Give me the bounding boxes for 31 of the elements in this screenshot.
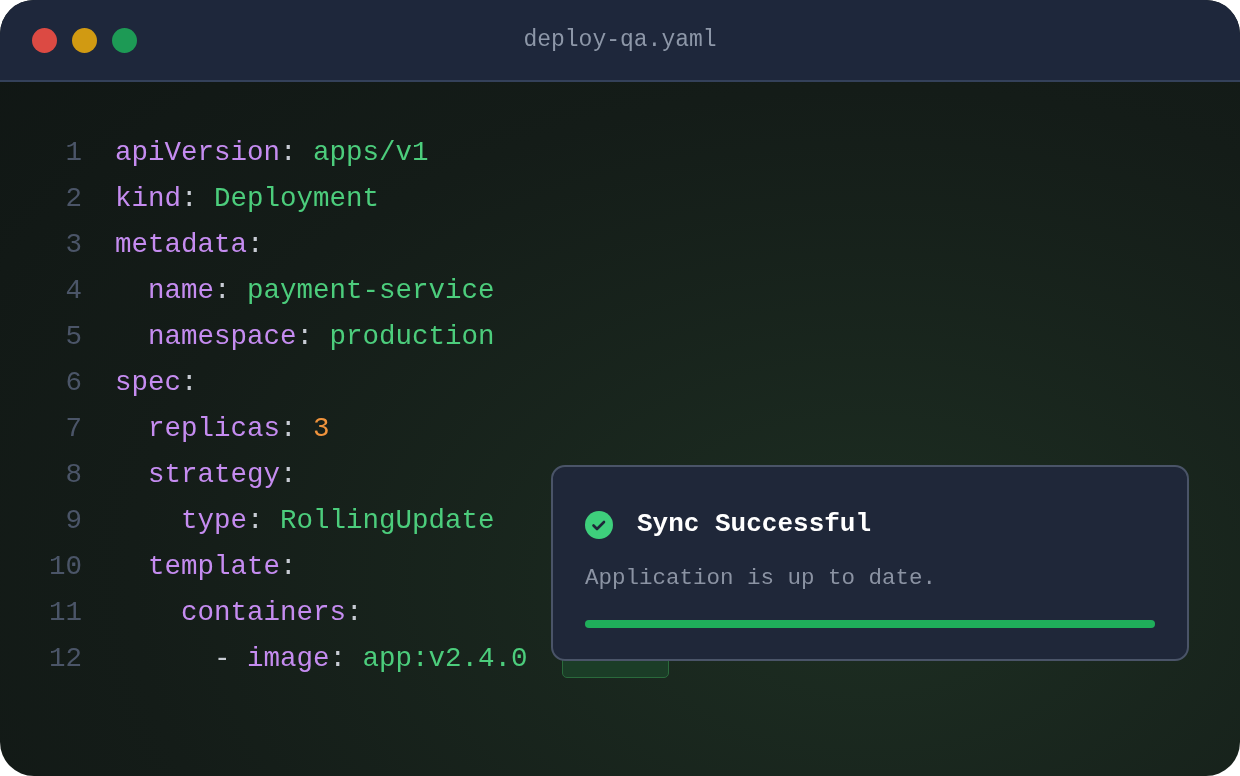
code-line: spec: — [115, 366, 198, 400]
line-number: 4 — [64, 274, 82, 308]
code-line: strategy: — [147, 458, 297, 492]
line-number: 5 — [64, 320, 82, 354]
code-line: replicas: 3 — [147, 412, 330, 446]
code-line: name: payment-service — [147, 274, 495, 308]
line-number: 2 — [64, 182, 82, 216]
maximize-button[interactable] — [112, 27, 137, 53]
code-line: kind: Deployment — [115, 182, 380, 216]
code-line: containers: — [180, 596, 363, 630]
code-line: - image: app:v2.4.0 — [213, 642, 528, 676]
check-icon — [585, 510, 613, 539]
code-line: apiVersion: apps/v1 — [115, 136, 429, 170]
toast-title: Sync Successful — [637, 508, 872, 541]
code-line: type: RollingUpdate — [180, 504, 495, 538]
code-line: metadata: — [115, 228, 264, 262]
line-number: 10 — [48, 550, 82, 584]
close-button[interactable] — [32, 27, 57, 53]
minimize-button[interactable] — [72, 27, 97, 53]
line-number: 9 — [64, 504, 82, 538]
line-number: 7 — [64, 412, 82, 446]
line-number: 8 — [64, 458, 82, 492]
line-number: 3 — [64, 228, 82, 262]
line-number: 12 — [48, 642, 82, 676]
code-line: namespace: production — [147, 320, 495, 354]
line-number: 6 — [64, 366, 82, 400]
line-number: 1 — [64, 136, 82, 170]
code-line: template: — [147, 550, 297, 584]
window-title: deploy-qa.yaml — [523, 26, 717, 53]
toast-message: Application is up to date. — [585, 564, 937, 593]
line-number: 11 — [48, 596, 82, 630]
